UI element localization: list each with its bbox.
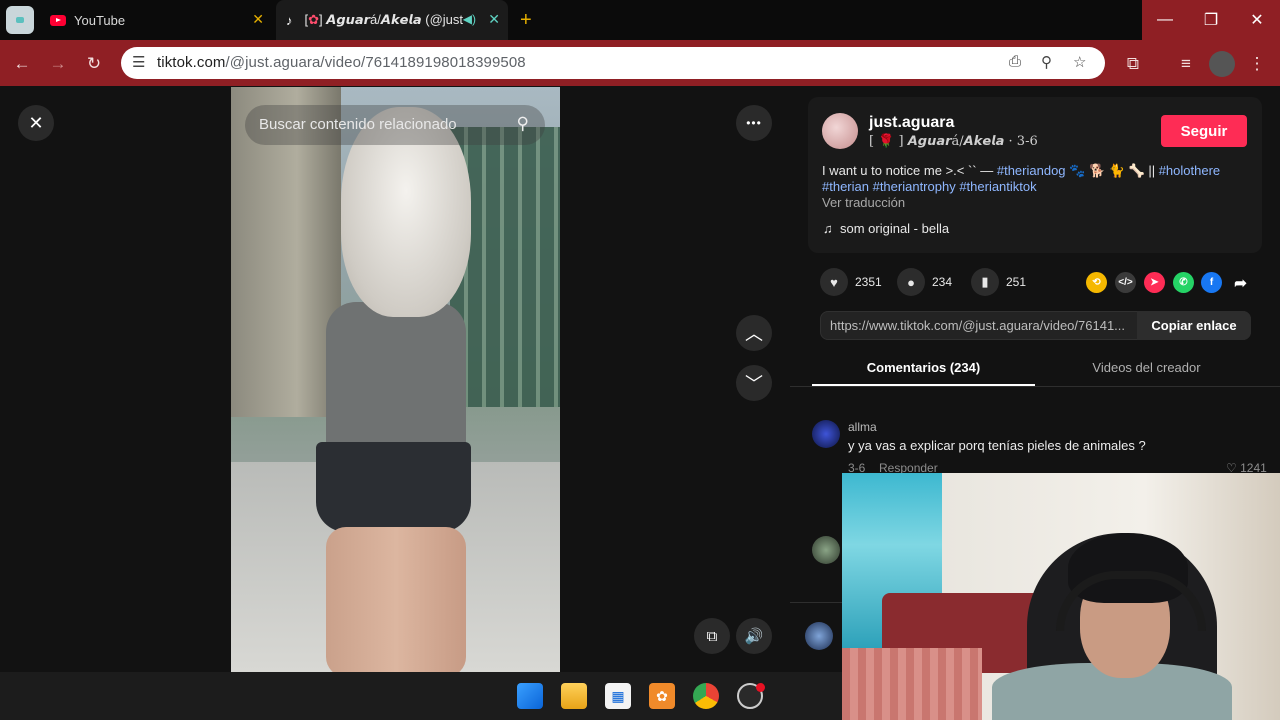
music-title: som original - bella [839,221,950,236]
forward-icon[interactable]: → [46,52,70,76]
webcam-overlay [842,473,1280,720]
video-frame-legs [326,527,466,672]
tab-tiktok-title: [✿] 𝘼𝙜𝙪𝙖𝙧á/𝘼𝙠𝙚𝙡𝙖 (@just [304,12,464,27]
comment-divider [790,602,842,603]
fl-studio-icon[interactable]: ✿ [649,683,675,709]
tab-close-icon[interactable]: ✕ [252,11,264,28]
tiktok-icon: ♪ [286,12,293,28]
close-video-button[interactable]: ✕ [18,105,54,141]
youtube-icon [50,14,66,26]
webcam-bed [842,648,982,720]
tabs-divider [790,386,1280,387]
new-tab-button[interactable]: + [520,0,542,40]
save-count: 251 [1006,275,1027,289]
more-options-button[interactable]: ••• [736,105,772,141]
comment-avatar[interactable] [805,622,833,650]
chrome-icon[interactable] [693,683,719,709]
recording-indicator [756,683,765,692]
creator-avatar[interactable] [822,113,858,149]
address-bar[interactable]: ☰ tiktok.com/@just.aguara/video/76141891… [121,47,1105,79]
next-video-button[interactable]: ﹀ [736,365,772,401]
facebook-icon[interactable]: f [1201,272,1222,293]
comment-text: y ya vas a explicar porq tenías pieles d… [848,438,1146,453]
file-explorer-icon[interactable] [561,683,587,709]
repost-icon[interactable]: ⟲ [1086,272,1107,293]
zoom-icon[interactable]: ⚲ [1041,53,1052,71]
copy-link-button[interactable]: Copiar enlace [1137,311,1251,340]
like-button[interactable]: ♥ 2351 [820,268,882,296]
comment-username[interactable]: allma [848,420,877,434]
site-info-icon[interactable]: ☰ [132,53,145,71]
share-arrow-icon[interactable]: ➦ [1230,272,1251,293]
hashtag-link[interactable]: #theriandog [997,163,1066,178]
creator-nickname: [ 🌹 ] 𝘼𝙜𝙪𝙖𝙧á/𝘼𝙠𝙚𝙡𝙖 · 3-6 [869,134,1038,149]
bookmark-icon: ▮ [971,268,999,296]
search-icon[interactable]: ⚲ [517,114,529,134]
share-link-url[interactable]: https://www.tiktok.com/@just.aguara/vide… [830,318,1125,333]
comment-icon: ● [897,268,925,296]
tab-tiktok[interactable]: ♪ [✿] 𝘼𝙜𝙪𝙖𝙧á/𝘼𝙠𝙚𝙡𝙖 (@just ◀) ✕ [276,0,508,40]
video-description: I want u to notice me >.< `` — #theriand… [822,163,1221,194]
minimize-button[interactable]: — [1142,0,1188,40]
windows-start-icon[interactable] [517,683,543,709]
rose-icon: ✿ [308,12,320,27]
close-window-button[interactable]: ✕ [1234,0,1280,40]
picture-in-picture-button[interactable]: ⧉ [694,618,730,654]
comment-avatar[interactable] [812,420,840,448]
previous-video-button[interactable]: ︿ [736,315,772,351]
url-text[interactable]: tiktok.com/@just.aguara/video/7614189198… [157,54,526,71]
reload-icon[interactable]: ↻ [82,52,106,76]
bookmark-star-icon[interactable]: ☆ [1073,53,1086,71]
embed-icon[interactable]: </> [1115,272,1136,293]
tab-creator-videos[interactable]: Videos del creador [1035,352,1258,386]
send-tiktok-icon[interactable]: ➤ [1144,272,1165,293]
whatsapp-icon[interactable]: ✆ [1173,272,1194,293]
video-player[interactable] [231,87,560,672]
comment-avatar[interactable] [812,536,840,564]
comment-button[interactable]: ● 234 [897,268,952,296]
video-frame-shorts [316,442,471,532]
tab-youtube[interactable]: YouTube ✕ [44,0,272,40]
save-button[interactable]: ▮ 251 [971,268,1026,296]
microsoft-store-icon[interactable]: ▦ [605,683,631,709]
audio-playing-icon[interactable]: ◀) [463,12,476,26]
extensions-icon[interactable]: ⧉ [1121,52,1145,76]
volume-button[interactable]: 🔊 [736,618,772,654]
tab-youtube-title: YouTube [74,12,126,28]
tab-comments[interactable]: Comentarios (234) [812,352,1035,386]
media-control-icon[interactable]: ≡ [1174,52,1198,76]
follow-button[interactable]: Seguir [1161,115,1247,147]
profile-avatar[interactable] [1209,51,1235,77]
see-translation-link[interactable]: Ver traducción [822,195,905,210]
tab-search-icon[interactable] [6,6,34,34]
menu-kebab-icon[interactable]: ⋮ [1245,52,1269,76]
creator-username[interactable]: just.aguara [869,114,954,132]
hashtag-links[interactable]: #therian #theriantrophy #theriantiktok [822,179,1037,194]
related-search-placeholder: Buscar contenido relacionado [259,116,457,133]
browser-tab-bar: YouTube ✕ ♪ [✿] 𝘼𝙜𝙪𝙖𝙧á/𝘼𝙠𝙚𝙡𝙖 (@just ◀) ✕… [0,0,1280,40]
restore-button[interactable]: ❐ [1188,0,1234,40]
like-count: 2351 [855,275,882,289]
hashtag-link[interactable]: #holothere [1159,163,1220,178]
related-search-input[interactable]: Buscar contenido relacionado ⚲ [245,105,545,145]
music-note-icon: ♫ [823,221,833,236]
comment-count: 234 [932,275,953,289]
music-link[interactable]: ♫ som original - bella [823,221,949,236]
heart-icon: ♥ [820,268,848,296]
back-icon[interactable]: ← [10,52,34,76]
install-app-icon[interactable]: ⎙ [1009,53,1021,70]
tab-close-icon[interactable]: ✕ [488,11,500,28]
